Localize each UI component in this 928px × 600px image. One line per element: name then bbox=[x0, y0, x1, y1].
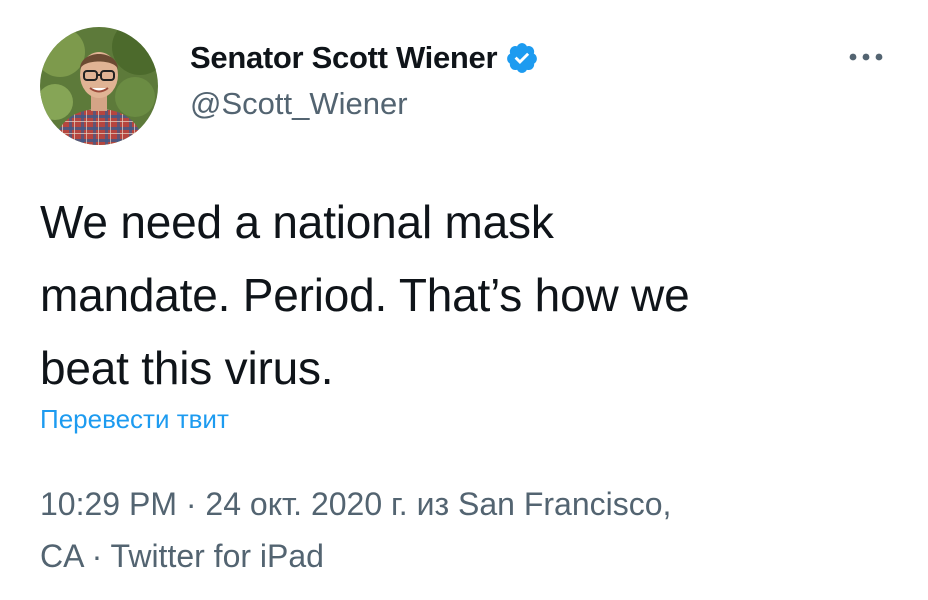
tweet-card: Senator Scott Wiener @Scott_Wiener We ne… bbox=[0, 0, 928, 600]
tweet-date[interactable]: 24 окт. 2020 г. bbox=[205, 486, 407, 522]
tweet-text-line: We need a national mask bbox=[40, 196, 554, 248]
tweet-text-line: beat this virus. bbox=[40, 342, 334, 394]
tweet-text: We need a national mask mandate. Period.… bbox=[40, 186, 890, 405]
tweet-location[interactable]: San Francisco, bbox=[458, 486, 671, 522]
display-name[interactable]: Senator Scott Wiener bbox=[190, 40, 498, 76]
more-options-button[interactable] bbox=[846, 42, 886, 72]
tweet-metadata: 10:29 PM · 24 окт. 2020 г. из San Franci… bbox=[40, 478, 880, 582]
from-label: из bbox=[407, 486, 458, 522]
ellipsis-icon bbox=[849, 53, 883, 61]
avatar[interactable] bbox=[40, 27, 158, 145]
user-handle[interactable]: @Scott_Wiener bbox=[190, 86, 539, 122]
separator: · bbox=[82, 538, 111, 574]
separator: · bbox=[176, 486, 206, 522]
tweet-time[interactable]: 10:29 PM bbox=[40, 486, 177, 522]
metadata-line-1: 10:29 PM · 24 окт. 2020 г. из San Franci… bbox=[40, 478, 880, 530]
tweet-location-cont[interactable]: CA bbox=[40, 538, 83, 574]
display-name-row: Senator Scott Wiener bbox=[190, 36, 539, 80]
author-info: Senator Scott Wiener @Scott_Wiener bbox=[190, 36, 539, 122]
tweet-source[interactable]: Twitter for iPad bbox=[111, 538, 324, 574]
metadata-line-2: CA · Twitter for iPad bbox=[40, 530, 880, 582]
verified-badge-icon[interactable] bbox=[505, 41, 539, 75]
tweet-text-line: mandate. Period. That’s how we bbox=[40, 269, 690, 321]
translate-tweet-link[interactable]: Перевести твит bbox=[40, 404, 229, 435]
profile-photo-icon bbox=[40, 27, 158, 145]
